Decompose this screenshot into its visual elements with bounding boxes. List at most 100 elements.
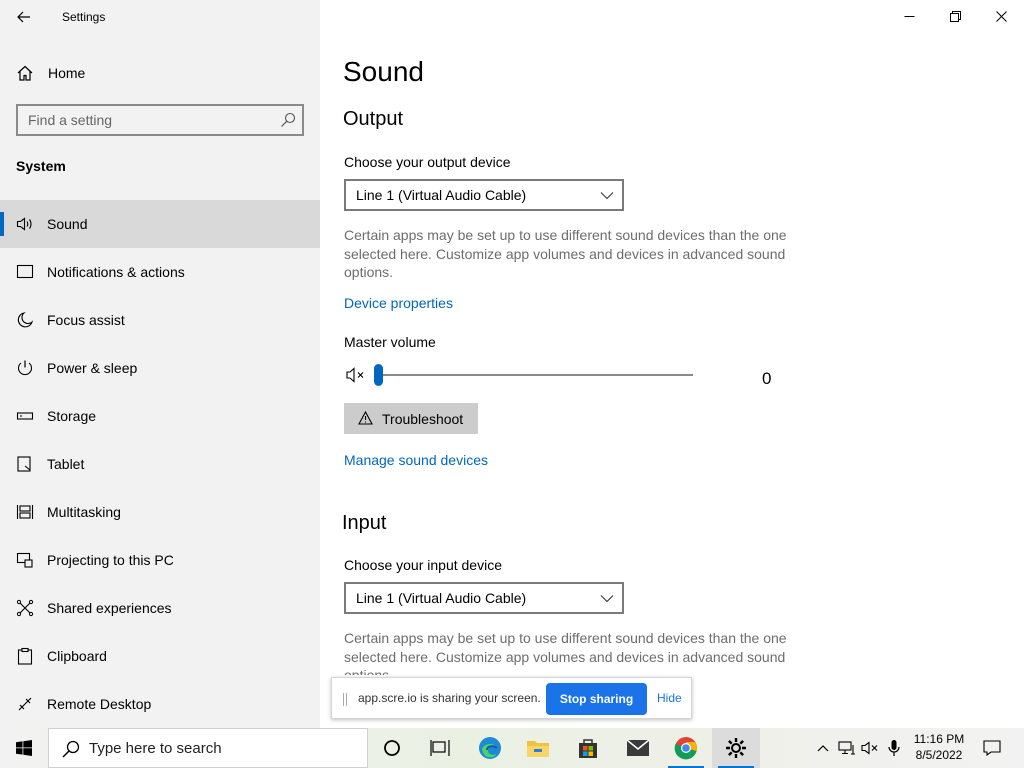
sidebar-item-label: Notifications & actions [47, 264, 185, 280]
sidebar-item-label: Projecting to this PC [47, 552, 174, 568]
start-button[interactable] [0, 728, 48, 768]
taskbar-clock[interactable]: 11:16 PM 8/5/2022 [908, 731, 970, 763]
volume-muted-icon [861, 741, 878, 755]
chrome-icon [674, 737, 697, 760]
back-arrow-icon [17, 11, 30, 23]
manage-sound-devices-link[interactable]: Manage sound devices [344, 452, 488, 468]
hide-button[interactable]: Hide [657, 691, 682, 705]
taskbar-cortana[interactable] [368, 728, 416, 768]
warning-icon [358, 411, 373, 425]
task-view-icon [430, 740, 450, 756]
taskbar-store[interactable] [564, 728, 612, 768]
shared-icon [16, 599, 34, 617]
input-description: Certain apps may be set up to use differ… [344, 630, 787, 675]
clock-date: 8/5/2022 [915, 748, 963, 762]
master-volume-label: Master volume [344, 334, 436, 350]
input-device-dropdown[interactable]: Line 1 (Virtual Audio Cable) [344, 582, 624, 614]
home-icon [17, 65, 33, 81]
moon-icon [17, 312, 34, 328]
windows-icon [16, 740, 32, 756]
taskbar-settings[interactable] [712, 728, 760, 768]
sidebar-item-label: Shared experiences [47, 600, 172, 616]
clock-time: 11:16 PM [913, 732, 965, 746]
sidebar-item-projecting[interactable]: Projecting to this PC [0, 536, 320, 584]
sidebar-item-label: Sound [47, 216, 88, 232]
sidebar-item-label: Remote Desktop [47, 696, 152, 712]
speaker-icon [16, 217, 32, 231]
tray-microphone[interactable] [884, 728, 904, 768]
back-button[interactable] [12, 6, 36, 28]
close-button[interactable] [978, 0, 1024, 32]
search-setting-box[interactable] [16, 104, 304, 136]
tray-network[interactable] [836, 728, 858, 768]
microphone-icon [888, 740, 900, 756]
mail-icon [626, 739, 650, 756]
sidebar-item-storage[interactable]: Storage [0, 392, 320, 440]
sidebar-item-home[interactable]: Home [0, 56, 320, 90]
sidebar-item-tablet[interactable]: Tablet [0, 440, 320, 488]
volume-value: 0 [762, 369, 772, 388]
device-properties-link[interactable]: Device properties [344, 295, 453, 311]
taskbar-search-box[interactable]: Type here to search [48, 728, 368, 768]
restore-button[interactable] [932, 0, 978, 32]
sidebar-item-multitasking[interactable]: Multitasking [0, 488, 320, 536]
close-icon [995, 10, 1007, 22]
power-icon [17, 360, 33, 376]
sidebar-item-clipboard[interactable]: Clipboard [0, 632, 320, 680]
input-device-value: Line 1 (Virtual Audio Cable) [356, 590, 527, 606]
troubleshoot-label: Troubleshoot [382, 411, 464, 427]
input-device-label: Choose your input device [344, 557, 502, 573]
file-explorer-icon [527, 741, 549, 757]
taskbar-chrome[interactable] [662, 728, 710, 768]
storage-icon [16, 412, 34, 420]
output-device-label: Choose your output device [344, 154, 511, 170]
output-device-dropdown[interactable]: Line 1 (Virtual Audio Cable) [344, 179, 624, 211]
network-icon [838, 741, 855, 755]
taskbar-file-explorer[interactable] [514, 728, 562, 768]
volume-slider-thumb[interactable] [374, 364, 383, 386]
projecting-icon [16, 552, 33, 568]
sidebar-item-focus-assist[interactable]: Focus assist [0, 296, 320, 344]
minimize-button[interactable] [886, 0, 932, 32]
multitasking-icon [16, 505, 34, 519]
store-icon [579, 739, 597, 758]
sidebar-item-power-sleep[interactable]: Power & sleep [0, 344, 320, 392]
output-description: Certain apps may be set up to use differ… [344, 227, 787, 280]
input-heading: Input [342, 512, 387, 534]
notification-icon [983, 740, 1001, 756]
title-bar: Settings [0, 0, 320, 34]
taskbar-search-placeholder: Type here to search [89, 740, 222, 757]
sidebar-item-label: Clipboard [47, 648, 107, 664]
share-message: app.scre.io is sharing your screen. [358, 691, 541, 705]
stop-sharing-button[interactable]: Stop sharing [546, 683, 647, 715]
drag-handle[interactable] [343, 693, 347, 706]
volume-slider-track[interactable] [378, 374, 693, 376]
chevron-down-icon [600, 595, 614, 603]
chevron-up-icon [817, 745, 829, 752]
sidebar-item-label: Focus assist [47, 312, 125, 328]
page-title: Sound [343, 56, 424, 87]
active-indicator [0, 212, 4, 236]
output-heading: Output [343, 108, 404, 130]
taskbar: Type here to search 11:16 PM 8/5/2022 [0, 728, 1024, 768]
taskbar-edge[interactable] [466, 728, 514, 768]
sidebar-item-remote-desktop[interactable]: Remote Desktop [0, 680, 320, 728]
output-device-value: Line 1 (Virtual Audio Cable) [356, 187, 527, 203]
action-center-button[interactable] [978, 728, 1006, 768]
sidebar-item-label: Multitasking [47, 504, 121, 520]
section-label-system: System [16, 158, 66, 174]
volume-muted-icon[interactable] [346, 366, 368, 384]
sidebar-item-sound[interactable]: Sound [0, 200, 320, 248]
settings-icon [726, 738, 746, 758]
troubleshoot-button[interactable]: Troubleshoot [344, 403, 478, 434]
search-icon [281, 112, 296, 127]
sidebar-item-shared-experiences[interactable]: Shared experiences [0, 584, 320, 632]
tray-show-hidden[interactable] [812, 728, 834, 768]
search-setting-input[interactable] [28, 111, 268, 129]
tray-volume[interactable] [859, 728, 881, 768]
restore-icon [949, 10, 961, 22]
sidebar-item-notifications[interactable]: Notifications & actions [0, 248, 320, 296]
taskbar-task-view[interactable] [416, 728, 464, 768]
search-icon [62, 740, 80, 758]
taskbar-mail[interactable] [614, 728, 662, 768]
